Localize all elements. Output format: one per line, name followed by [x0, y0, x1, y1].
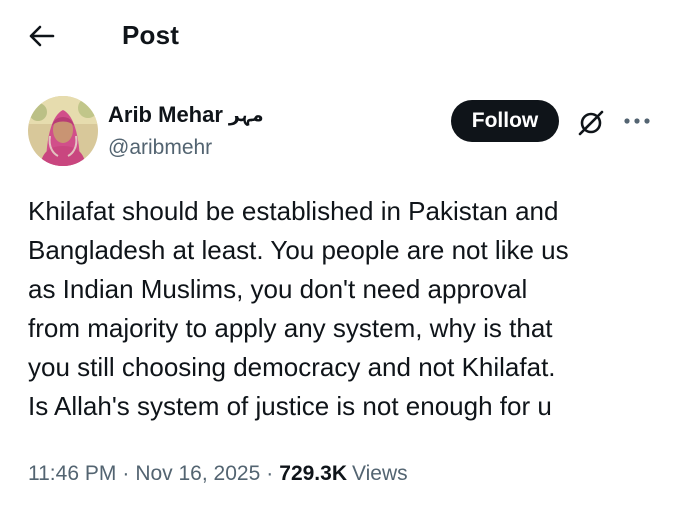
post-text-line: Is Allah's system of justice is not enou…	[28, 391, 552, 421]
name-row: Arib Mehar مہر	[108, 102, 264, 128]
post-text: Khilafat should be established in Pakist…	[28, 192, 658, 426]
arrow-left-icon	[29, 25, 55, 47]
more-button[interactable]	[620, 106, 654, 136]
meta-separator: ·	[122, 462, 130, 485]
post-date[interactable]: Nov 16, 2025	[135, 462, 260, 486]
post-text-line: you still choosing democracy and not Khi…	[28, 352, 556, 382]
page-title: Post	[122, 20, 180, 50]
native-name: مہر	[228, 104, 264, 126]
avatar[interactable]	[28, 96, 98, 166]
grok-icon	[578, 110, 604, 136]
post-meta: 11:46 PM · Nov 16, 2025 · 729.3K Views	[28, 462, 408, 486]
display-name[interactable]: Arib Mehar	[108, 102, 223, 128]
back-button[interactable]	[24, 18, 60, 54]
user-handle[interactable]: @aribmehr	[108, 136, 212, 160]
post-text-line: Khilafat should be established in Pakist…	[28, 196, 559, 226]
post-text-line: Bangladesh at least. You people are not …	[28, 235, 569, 265]
author-row: Arib Mehar مہر @aribmehr Follow	[0, 96, 680, 176]
post-time[interactable]: 11:46 PM	[28, 462, 116, 486]
post-text-line: from majority to apply any system, why i…	[28, 313, 553, 343]
post-header: Post	[0, 0, 680, 72]
meta-separator: ·	[266, 462, 274, 485]
grok-button[interactable]	[574, 106, 608, 140]
post-text-line: as Indian Muslims, you don't need approv…	[28, 274, 528, 304]
views-count: 729.3K	[279, 462, 347, 485]
more-horizontal-icon	[624, 118, 650, 124]
views-label: Views	[351, 462, 408, 485]
follow-button[interactable]: Follow	[451, 100, 559, 142]
